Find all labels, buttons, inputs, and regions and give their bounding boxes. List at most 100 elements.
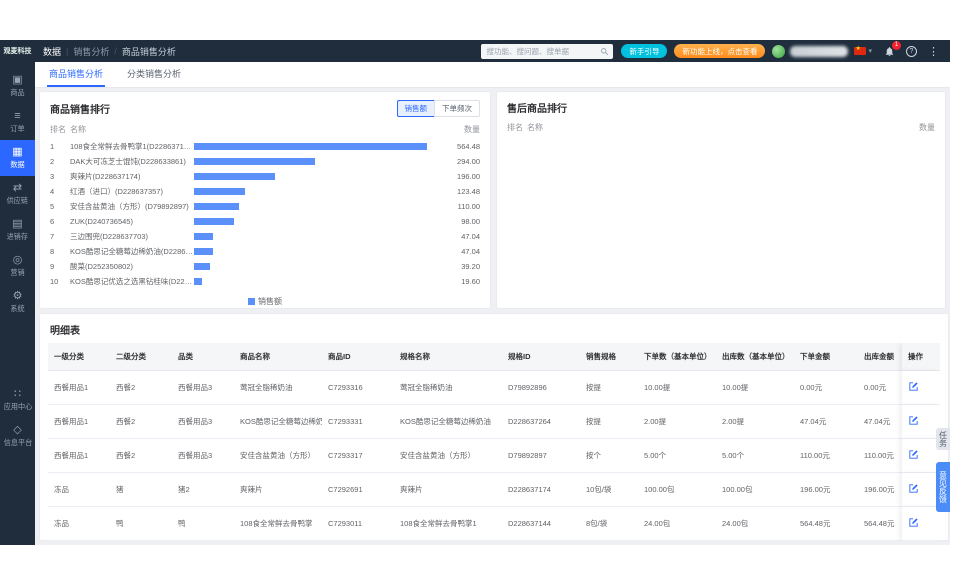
sidebar-item-supply-chain[interactable]: ⇄ 供应链 — [0, 176, 35, 212]
product-name: KOS酷思记全糖莓边稀奶油(D228637264) — [70, 247, 194, 256]
sidebar-item-info-platform[interactable]: ◇ 信息平台 — [0, 418, 35, 454]
sidebar-item-marketing[interactable]: ◎ 营销 — [0, 248, 35, 284]
new-feature-button[interactable]: 新功能上线，点击查看 — [674, 44, 766, 58]
edit-record-icon[interactable] — [908, 483, 919, 494]
rank-number: 3 — [50, 172, 55, 181]
search-input[interactable] — [481, 44, 596, 58]
sales-value: 110.00 — [457, 202, 480, 211]
newbie-guide-button[interactable]: 新手引导 — [621, 44, 668, 58]
sales-bar — [194, 278, 203, 285]
chevron-down-icon[interactable]: ▾ — [868, 47, 872, 55]
table-row: 冻品猪猪2 爽辣片 C7292691 爽辣片 D228637174 10包/袋 100.00… — [48, 473, 940, 507]
table-row: 冻品鸭鸭 108食全常鲜去骨鸭掌 C7293011 108食全常鲜去骨鸭掌1 D2286… — [48, 507, 940, 541]
table-cell: 按个 — [580, 439, 638, 473]
table-cell: 猪2 — [172, 473, 234, 507]
rank-number: 2 — [50, 157, 55, 166]
edit-record-icon[interactable] — [908, 517, 919, 528]
aftersales-ranking-card: 售后商品排行 排名 名称 数量 — [497, 92, 945, 308]
column-header: 操作 — [902, 343, 940, 371]
sidebar-item-label: 应用中心 — [3, 402, 32, 411]
chart-row: 7 三边围兜(D228637703) 47.04 — [50, 229, 480, 244]
search-icon[interactable] — [600, 47, 609, 56]
detail-table-wrap[interactable]: 一级分类 二级分类 品类 商品名称 商品ID 规格名称 规格ID 销售规格 下单数（基本单位）出… — [48, 343, 940, 541]
sidebar-item-label: 供应链 — [6, 196, 29, 205]
column-header: 出库数（基本单位） — [716, 343, 794, 371]
edit-record-icon[interactable] — [908, 449, 919, 460]
sales-value: 98.00 — [461, 217, 480, 226]
edit-record-icon[interactable] — [908, 415, 919, 426]
app-window: 观麦科技 数据 | 销售分析 / 商品销售分析 新手引导 新功能上线，点击查看 … — [0, 40, 950, 545]
sales-bar — [194, 173, 275, 180]
sales-value: 39.20 — [461, 262, 480, 271]
tab-category-sales-analysis[interactable]: 分类销售分析 — [125, 62, 183, 87]
feedback-side-tab[interactable]: 意见反馈 — [936, 462, 950, 512]
app-center-icon: ∷ — [14, 388, 21, 400]
table-cell: 西餐用品3 — [172, 439, 234, 473]
table-cell: 莺冠全脂稀奶油 — [234, 371, 322, 405]
marketing-icon: ◎ — [12, 254, 23, 266]
rank-number: 4 — [50, 187, 55, 196]
sidebar-item-system[interactable]: ⚙ 系统 — [0, 284, 35, 320]
column-header: 下单金额 — [794, 343, 858, 371]
breadcrumb-root[interactable]: 数据 — [43, 45, 61, 58]
rank-column-label: 排名 — [507, 123, 523, 132]
sales-bar — [194, 143, 427, 150]
help-icon[interactable]: ? — [906, 45, 917, 57]
table-cell: 西餐用品1 — [48, 371, 110, 405]
metric-toggle: 销售额 下单频次 — [396, 100, 480, 117]
rank-column-label: 排名 — [50, 125, 66, 134]
sidebar-item-data[interactable]: ▦ 数据 — [0, 140, 35, 176]
value-column-label: 数量 — [464, 125, 480, 134]
table-cell: 鸭 — [172, 507, 234, 541]
sales-bar — [194, 218, 235, 225]
chart-row: 4 红酒（进口）(D228637357) 123.48 — [50, 184, 480, 199]
more-menu-icon[interactable]: ⋮ — [928, 45, 939, 58]
chart-row: 2 DAK大可冻芝士馄饨(D228633861) 294.00 — [50, 154, 480, 169]
sidebar-item-goods[interactable]: ▣ 商品 — [0, 68, 35, 104]
rank-number: 10 — [50, 277, 59, 286]
sidebar-item-inventory[interactable]: ▤ 进销存 — [0, 212, 35, 248]
table-cell: C7293011 — [322, 507, 394, 541]
toggle-sales-amount[interactable]: 销售额 — [396, 100, 434, 117]
table-cell: KOS酷思记全糖莓边稀奶油 — [394, 405, 502, 439]
sidebar-item-app-center[interactable]: ∷ 应用中心 — [0, 382, 35, 418]
sales-value: 564.48 — [457, 142, 480, 151]
table-cell: 0.00元 — [794, 371, 858, 405]
table-cell: 爽辣片 — [394, 473, 502, 507]
op-cell — [902, 371, 940, 405]
breadcrumb-section[interactable]: 销售分析 — [73, 45, 109, 58]
bar-track — [194, 263, 434, 270]
avatar[interactable] — [772, 44, 786, 58]
chart-legend: 销售额 — [40, 296, 490, 307]
sales-bar — [194, 188, 245, 195]
sidebar-item-orders[interactable]: ≡ 订单 — [0, 104, 35, 140]
task-side-tab[interactable]: 任务 — [936, 428, 950, 450]
table-cell: KOS酷思记全糖莓边稀奶油 — [234, 405, 322, 439]
table-cell: 西餐用品3 — [172, 405, 234, 439]
logo: 观麦科技 — [3, 48, 32, 55]
bar-track — [194, 173, 434, 180]
sidebar-item-label: 商品 — [10, 88, 25, 97]
table-cell: 冻品 — [48, 507, 110, 541]
table-cell: D228637264 — [502, 405, 580, 439]
global-search[interactable] — [481, 43, 614, 59]
sales-chart-body: 1 108食全常鲜去骨鸭掌1(D228637144) 564.48 2 DAK大可冻芝士… — [40, 137, 490, 289]
table-cell: D228637174 — [502, 473, 580, 507]
tab-product-sales-analysis[interactable]: 商品销售分析 — [47, 62, 106, 87]
sidebar-item-label: 订单 — [10, 124, 25, 133]
notification-bell-icon[interactable]: 1 — [884, 40, 901, 57]
rank-number: 9 — [50, 262, 55, 271]
data-icon: ▦ — [12, 146, 23, 158]
sidebar-item-label: 数据 — [10, 160, 25, 169]
bar-track — [194, 203, 434, 210]
table-cell: 196.00元 — [794, 473, 858, 507]
sidebar-item-label: 系统 — [10, 304, 25, 313]
table-cell: 猪 — [110, 473, 172, 507]
product-name: DAK大可冻芝士馄饨(D228633861) — [70, 157, 186, 166]
table-cell: 鸭 — [110, 507, 172, 541]
toggle-order-frequency[interactable]: 下单频次 — [434, 100, 480, 117]
chart-row: 6 ZUK(D240736545) 98.00 — [50, 214, 480, 229]
inventory-icon: ▤ — [12, 218, 23, 230]
edit-record-icon[interactable] — [908, 381, 919, 392]
column-header: 品类 — [172, 343, 234, 371]
